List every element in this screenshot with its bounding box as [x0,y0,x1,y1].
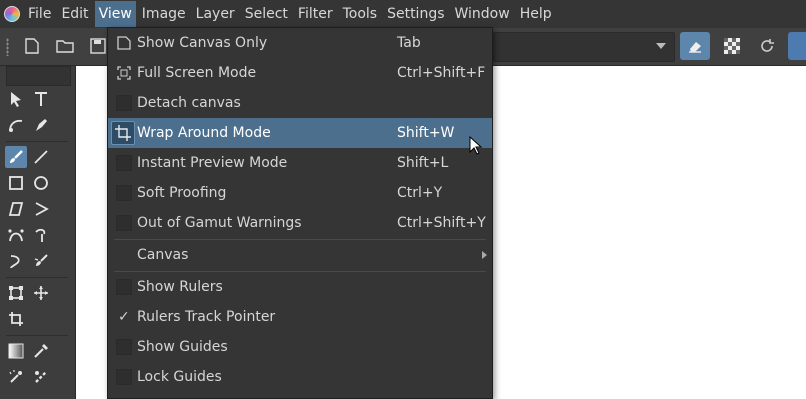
menu-item-instant-preview-mode[interactable]: Instant Preview Mode Shift+L [108,148,492,178]
menu-item-label: Wrap Around Mode [137,125,271,141]
menu-item-label: Lock Guides [137,369,222,385]
move-tool-icon[interactable] [30,282,52,304]
rectangle-tool-icon[interactable] [5,172,27,194]
menu-select[interactable]: Select [241,1,292,27]
menu-item-label: Show Guides [137,339,228,355]
menu-item-show-canvas-only[interactable]: Show Canvas Only Tab [108,28,492,58]
menu-view[interactable]: View [94,1,136,27]
menu-item-label: Canvas [137,247,189,263]
menu-item-rulers-track-pointer[interactable]: ✓ Rulers Track Pointer [108,302,492,332]
new-document-icon[interactable] [22,36,42,56]
checkbox-icon [116,95,132,111]
smart-patch-tool-icon[interactable] [5,366,27,388]
menu-item-label: Soft Proofing [137,185,227,201]
menu-item-wrap-around-mode[interactable]: Wrap Around Mode Shift+W [108,118,492,148]
menu-item-shortcut: Ctrl+Shift+Y [397,215,486,231]
freehand-path-tool-icon[interactable] [30,224,52,246]
mouse-pointer-icon [469,135,483,160]
menu-item-detach-canvas[interactable]: Detach canvas [108,88,492,118]
calligraphy-tool-icon[interactable] [30,114,52,136]
menu-item-soft-proofing[interactable]: Soft Proofing Ctrl+Y [108,178,492,208]
checkbox-icon [116,215,132,231]
view-menu-dropdown: Show Canvas Only Tab Full Screen Mode Ct… [107,27,493,399]
chevron-right-icon [482,251,487,259]
menu-item-lock-guides[interactable]: Lock Guides [108,362,492,392]
dynamic-brush-tool-icon[interactable] [5,250,27,272]
color-picker-tool-icon[interactable] [30,340,52,362]
menu-item-out-of-gamut-warnings[interactable]: Out of Gamut Warnings Ctrl+Shift+Y [108,208,492,238]
chevron-down-icon [656,43,666,49]
menu-item-shortcut: Ctrl+Y [397,185,443,201]
eraser-mode-button[interactable] [680,32,710,60]
menu-item-show-rulers[interactable]: Show Rulers [108,272,492,302]
edit-shapes-tool-icon[interactable] [5,114,27,136]
menu-item-shortcut: Tab [397,35,421,51]
reload-preset-button[interactable] [752,32,782,60]
menu-item-shortcut: Shift+W [397,125,455,141]
toolbox-separator [6,335,68,336]
menu-item-label: Show Canvas Only [137,35,268,51]
reload-icon [761,39,774,52]
line-tool-icon[interactable] [30,146,52,168]
brush-preset-combo[interactable] [493,32,675,62]
menu-edit[interactable]: Edit [57,1,92,27]
gradient-tool-icon[interactable] [5,340,27,362]
wrap-around-icon [111,121,135,145]
freehand-brush-tool-icon[interactable] [5,146,27,168]
toolbar-grip[interactable] [6,38,9,56]
menu-settings[interactable]: Settings [383,1,448,27]
open-folder-icon[interactable] [55,36,75,56]
canvas-only-icon [116,35,132,51]
save-icon[interactable] [88,36,108,56]
multibrush-tool-icon[interactable] [30,250,52,272]
preserve-alpha-button[interactable] [717,32,747,60]
polygon-tool-icon[interactable] [5,198,27,220]
toolbox [0,66,76,399]
menu-image[interactable]: Image [138,1,190,27]
color-swatch-button[interactable] [788,32,806,60]
fill-tool-icon[interactable] [30,366,52,388]
checkbox-icon [116,185,132,201]
eraser-icon [689,42,701,53]
menu-tools[interactable]: Tools [339,1,382,27]
menu-item-full-screen-mode[interactable]: Full Screen Mode Ctrl+Shift+F [108,58,492,88]
checkbox-icon [116,279,132,295]
menu-item-label: Instant Preview Mode [137,155,288,171]
transform-tool-icon[interactable] [5,282,27,304]
crop-tool-icon[interactable] [5,308,27,330]
checker-icon [724,38,740,54]
checkbox-icon [116,369,132,385]
menu-filter[interactable]: Filter [294,1,337,27]
toolbox-separator [6,141,68,142]
menu-item-label: Full Screen Mode [137,65,257,81]
ellipse-tool-icon[interactable] [30,172,52,194]
krita-logo-icon[interactable] [4,6,20,22]
menu-item-shortcut: Shift+L [397,155,449,171]
select-shapes-tool-icon[interactable] [5,88,27,110]
menu-help[interactable]: Help [516,1,556,27]
menu-item-label: Detach canvas [137,95,241,111]
toolbox-separator [6,277,68,278]
checkmark-icon: ✓ [118,309,130,325]
menu-item-label: Rulers Track Pointer [137,309,276,325]
menu-item-label: Show Rulers [137,279,223,295]
text-tool-icon[interactable] [30,88,52,110]
checkbox-icon [116,155,132,171]
menu-window[interactable]: Window [451,1,514,27]
menu-item-shortcut: Ctrl+Shift+F [397,65,486,81]
bezier-curve-tool-icon[interactable] [5,224,27,246]
menu-layer[interactable]: Layer [192,1,239,27]
polyline-tool-icon[interactable] [30,198,52,220]
menu-item-show-guides[interactable]: Show Guides [108,332,492,362]
toolbox-titlebar[interactable] [6,66,71,86]
menu-file[interactable]: File [24,1,55,27]
fullscreen-icon [116,65,132,81]
menu-item-label: Out of Gamut Warnings [137,215,302,231]
menubar: File Edit View Image Layer Select Filter… [0,0,806,28]
checkbox-icon [116,339,132,355]
menu-item-canvas-submenu[interactable]: Canvas [108,240,492,270]
